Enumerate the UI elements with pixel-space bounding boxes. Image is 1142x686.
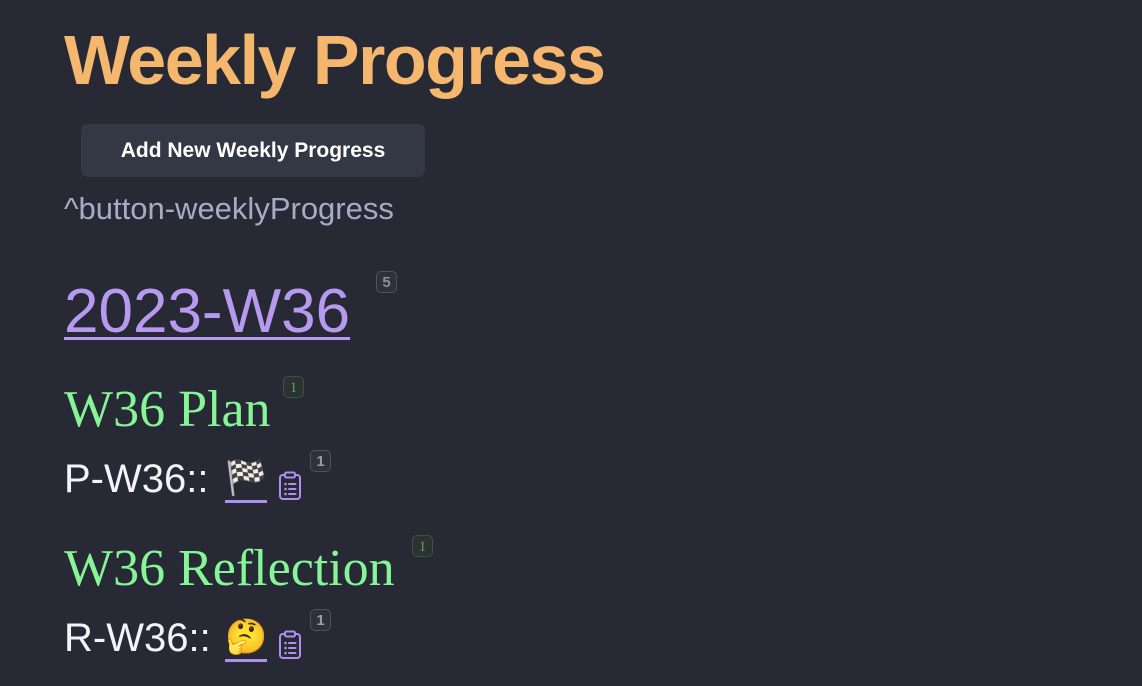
plan-field-count-badge[interactable]: 1 [310, 450, 331, 472]
plan-clipboard-list-icon[interactable] [278, 471, 302, 501]
plan-heading-count-badge[interactable]: 1 [283, 376, 304, 398]
add-weekly-progress-button[interactable]: Add New Weekly Progress [81, 124, 425, 177]
reflection-emoji-link[interactable]: 🤔 [225, 615, 268, 662]
reflection-heading-count-badge[interactable]: 1 [412, 535, 433, 557]
plan-emoji-link[interactable]: 🏁 [225, 456, 268, 503]
reflection-clipboard-list-icon[interactable] [278, 630, 302, 660]
reflection-field-count-badge[interactable]: 1 [310, 609, 331, 631]
plan-heading: W36 Plan [64, 381, 271, 438]
note-view: Weekly Progress Add New Weekly Progress … [0, 0, 1142, 686]
week-link-count-badge[interactable]: 5 [376, 271, 397, 293]
reflection-heading: W36 Reflection [64, 540, 395, 597]
block-reference-id: ^button-weeklyProgress [64, 191, 394, 226]
page-title: Weekly Progress [64, 21, 606, 99]
reflection-field-label: R-W36:: [64, 616, 211, 660]
week-link[interactable]: 2023-W36 [64, 272, 350, 352]
plan-field-label: P-W36:: [64, 457, 209, 501]
